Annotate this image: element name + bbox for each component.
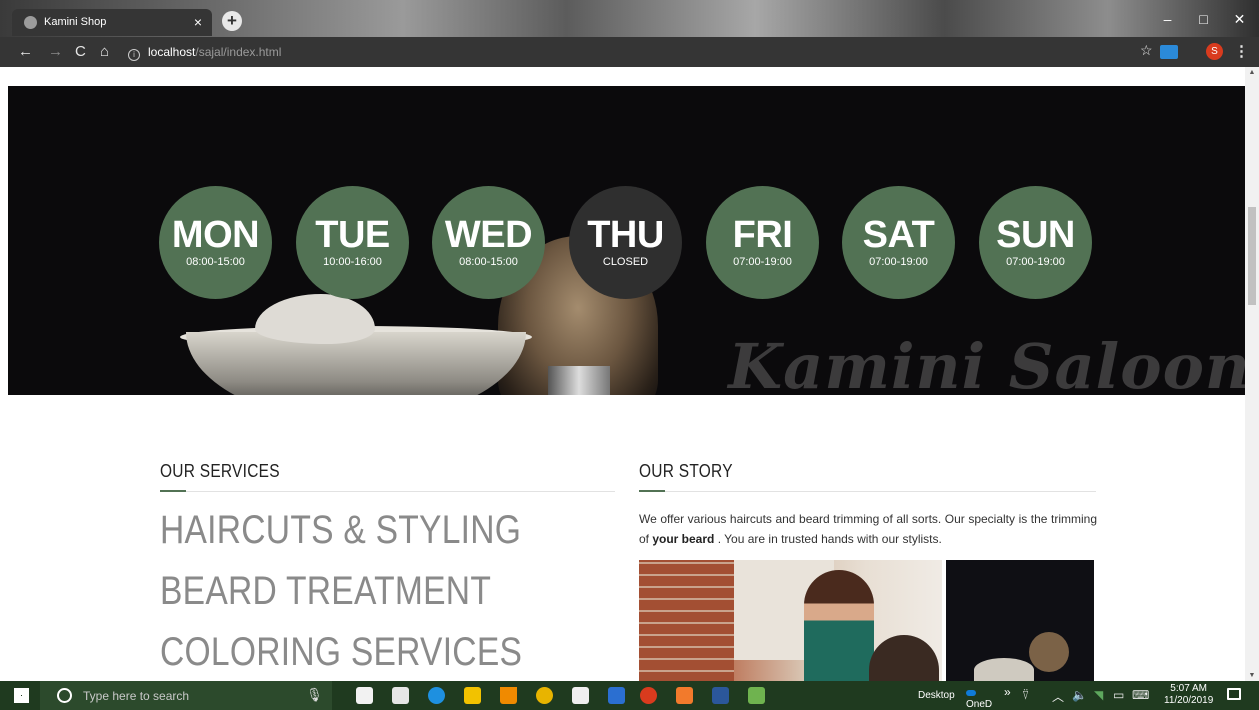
microphone-icon[interactable]: 🎙 — [306, 687, 323, 703]
day-hours: 10:00-16:00 — [323, 256, 382, 268]
day-hours: 07:00-19:00 — [733, 256, 792, 268]
hero-watermark: Kamini Saloon — [728, 330, 1245, 395]
day-name: SUN — [996, 214, 1075, 256]
site-info-icon[interactable]: i — [128, 49, 140, 61]
minimize-button[interactable]: – — [1150, 8, 1185, 30]
day-wednesday: WED 08:00-15:00 — [432, 186, 545, 299]
chrome-active-icon[interactable] — [640, 687, 657, 704]
maximize-button[interactable]: □ — [1186, 8, 1221, 30]
task-view-icon[interactable] — [356, 687, 373, 704]
screen: Kamini Shop × + – □ ✕ ← → C ⌂ i localhost… — [0, 0, 1259, 710]
day-hours: 07:00-19:00 — [869, 256, 928, 268]
address-bar[interactable]: i localhost/sajal/index.html — [128, 41, 1128, 63]
notification-center-icon[interactable] — [1227, 688, 1241, 700]
onedrive-toolbar[interactable]: OneD — [966, 688, 992, 710]
browser-menu-icon[interactable]: ⋮ — [1234, 42, 1249, 60]
day-saturday: SAT 07:00-19:00 — [842, 186, 955, 299]
services-heading: OUR SERVICES — [160, 461, 280, 481]
shaving-brush-handle — [548, 366, 610, 395]
wordpad-icon[interactable] — [608, 687, 625, 704]
toolbar-overflow-icon[interactable]: » — [1004, 685, 1011, 699]
day-name: SAT — [862, 214, 935, 256]
wifi-icon[interactable]: ◥ — [1094, 688, 1103, 702]
day-name: THU — [587, 214, 664, 256]
address-host: localhost — [148, 45, 196, 59]
clock-date: 11/20/2019 — [1164, 695, 1214, 706]
notepad-icon[interactable] — [748, 687, 765, 704]
profile-avatar[interactable]: S — [1206, 43, 1223, 60]
battery-icon[interactable]: ▭ — [1113, 688, 1124, 702]
browser-toolbar: ← → C ⌂ i localhost/sajal/index.html — [0, 37, 1259, 67]
file-explorer-icon[interactable] — [464, 687, 481, 704]
xampp-icon[interactable] — [676, 687, 693, 704]
scroll-up-arrow-icon[interactable]: ▲ — [1245, 69, 1259, 76]
day-name: TUE — [315, 214, 390, 256]
extension-icon[interactable] — [1160, 45, 1178, 59]
service-item[interactable]: HAIRCUTS & STYLING — [160, 508, 521, 553]
day-name: WED — [444, 214, 533, 256]
word-icon[interactable] — [712, 687, 729, 704]
reload-icon[interactable]: C — [75, 42, 86, 62]
desktop-toolbar-label[interactable]: Desktop — [918, 690, 955, 701]
day-monday: MON 08:00-15:00 — [159, 186, 272, 299]
tab-close-icon[interactable]: × — [194, 14, 202, 30]
day-name: MON — [171, 214, 260, 256]
keyboard-icon[interactable]: ⌨ — [1132, 688, 1149, 702]
scroll-down-arrow-icon[interactable]: ▼ — [1245, 672, 1259, 679]
day-name: FRI — [732, 214, 793, 256]
day-hours: 07:00-19:00 — [1006, 256, 1065, 268]
taskbar-search-box[interactable]: Type here to search 🎙 — [40, 681, 332, 710]
volume-icon[interactable]: 🔈 — [1072, 688, 1087, 702]
hero-banner: Kamini Saloon MON 08:00-15:00 TUE 10:00-… — [8, 86, 1245, 395]
shaving-kit-photo — [946, 560, 1094, 681]
day-hours: CLOSED — [602, 256, 649, 268]
cloud-icon — [966, 690, 976, 696]
day-friday: FRI 07:00-19:00 — [706, 186, 819, 299]
shaving-bowl-image — [186, 332, 526, 395]
salon-photo — [639, 560, 942, 681]
story-divider — [639, 491, 1096, 492]
story-paragraph: We offer various haircuts and beard trim… — [639, 512, 1097, 546]
story-emphasis: your beard — [652, 532, 715, 546]
bookmark-star-icon[interactable]: ☆ — [1140, 42, 1153, 59]
forward-arrow-icon[interactable]: → — [48, 42, 63, 62]
search-placeholder: Type here to search — [83, 689, 190, 703]
page-scrollbar[interactable]: ▲ ▼ — [1245, 67, 1259, 681]
clock-time: 5:07 AM — [1170, 683, 1207, 694]
scrollbar-thumb[interactable] — [1248, 207, 1256, 305]
tab-favicon-icon — [24, 16, 37, 29]
home-icon[interactable]: ⌂ — [100, 42, 109, 62]
mail-icon[interactable] — [572, 687, 589, 704]
service-item[interactable]: BEARD TREATMENT — [160, 569, 491, 614]
taskbar-clock[interactable]: 5:07 AM 11/20/2019 — [1164, 683, 1213, 707]
day-hours: 08:00-15:00 — [186, 256, 245, 268]
back-arrow-icon[interactable]: ← — [18, 42, 33, 62]
story-accent — [639, 490, 665, 492]
day-tuesday: TUE 10:00-16:00 — [296, 186, 409, 299]
tab-title: Kamini Shop — [44, 16, 107, 28]
browser-titlebar: Kamini Shop × + – □ ✕ — [0, 0, 1259, 37]
vlc-icon[interactable] — [500, 687, 517, 704]
new-tab-button[interactable]: + — [222, 11, 242, 31]
address-path: /sajal/index.html — [195, 45, 282, 59]
store-icon[interactable] — [392, 687, 409, 704]
story-heading: OUR STORY — [639, 461, 733, 481]
shaving-foam-image — [255, 294, 375, 344]
services-divider — [160, 491, 615, 492]
close-window-button[interactable]: ✕ — [1222, 8, 1257, 30]
windows-start-icon[interactable] — [14, 688, 29, 703]
services-accent — [160, 490, 186, 492]
tray-chevron-up-icon[interactable]: ︿ — [1052, 688, 1064, 705]
browser-tab[interactable]: Kamini Shop × — [12, 9, 212, 36]
day-thursday: THU CLOSED — [569, 186, 682, 299]
day-hours: 08:00-15:00 — [459, 256, 518, 268]
edge-browser-icon[interactable] — [428, 687, 445, 704]
service-item[interactable]: COLORING SERVICES — [160, 630, 522, 675]
chrome-icon[interactable] — [536, 687, 553, 704]
cortana-icon[interactable] — [57, 688, 72, 703]
day-sunday: SUN 07:00-19:00 — [979, 186, 1092, 299]
web-page: Kamini Saloon MON 08:00-15:00 TUE 10:00-… — [0, 67, 1245, 681]
people-icon[interactable]: ⍢ — [1022, 688, 1029, 703]
windows-taskbar: Type here to search 🎙 Desktop OneD » ⍢ ︿… — [0, 681, 1259, 710]
